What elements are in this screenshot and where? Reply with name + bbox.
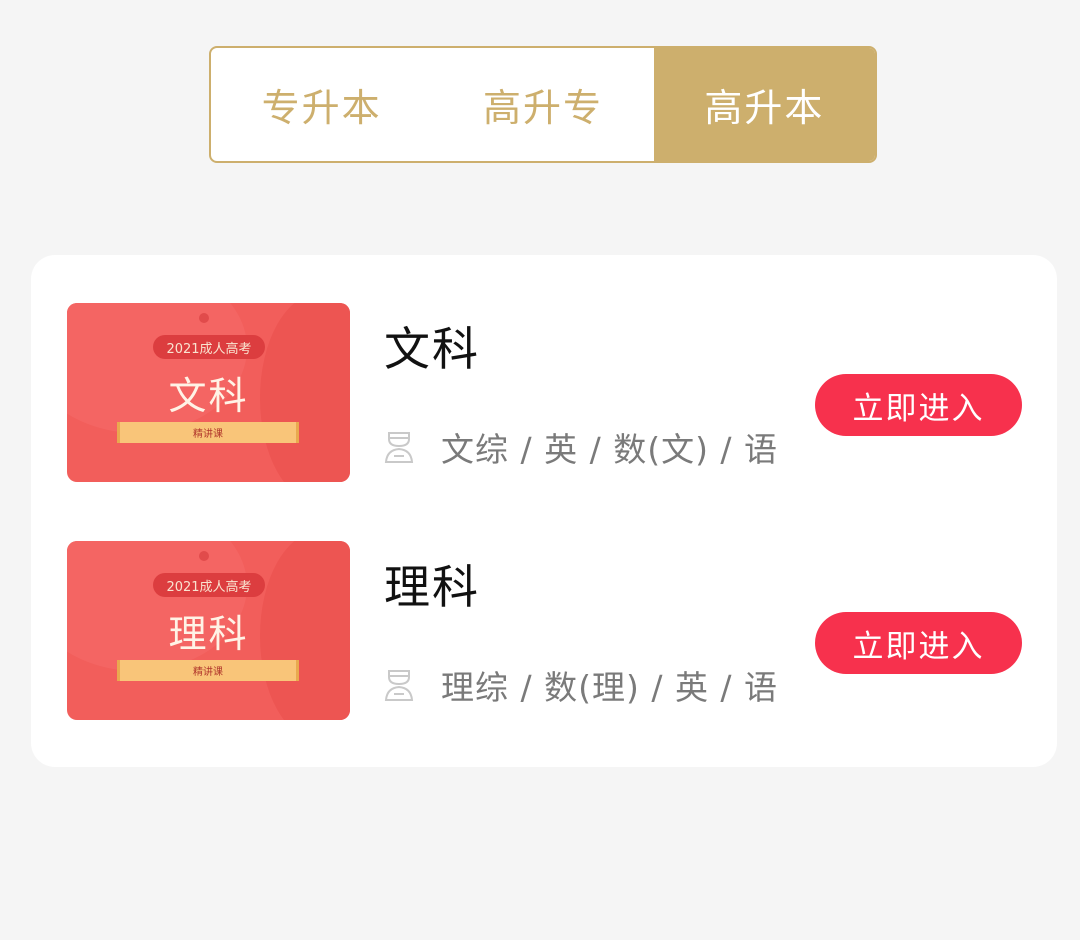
enter-button[interactable]: 立即进入 xyxy=(815,374,1022,436)
course-title: 理科 xyxy=(384,560,480,614)
course-list-card: 2021成人高考 文科 精讲课 文科 文综 / 英 / 数(文) / 语 立即进… xyxy=(31,255,1057,767)
tab-gaoshengzhuan[interactable]: 高升专 xyxy=(432,48,653,161)
enter-button[interactable]: 立即进入 xyxy=(815,612,1022,674)
thumbnail-banner: 精讲课 xyxy=(117,660,299,681)
thumbnail-banner: 精讲课 xyxy=(117,422,299,443)
thumbnail-badge: 2021成人高考 xyxy=(153,335,265,359)
course-item-like[interactable]: 2021成人高考 理科 精讲课 理科 理综 / 数(理) / 英 / 语 立即进… xyxy=(67,541,1027,721)
course-subjects-row: 文综 / 英 / 数(文) / 语 xyxy=(384,425,778,469)
tab-gaoshengben[interactable]: 高升本 xyxy=(653,48,875,161)
course-subjects: 理综 / 数(理) / 英 / 语 xyxy=(441,668,779,707)
course-subjects: 文综 / 英 / 数(文) / 语 xyxy=(441,430,779,469)
thumbnail-dot xyxy=(199,313,209,323)
thumbnail-title: 理科 xyxy=(168,612,249,656)
course-thumbnail[interactable]: 2021成人高考 理科 精讲课 xyxy=(67,541,350,720)
course-title: 文科 xyxy=(384,322,480,376)
category-tab-bar: 专升本 高升专 高升本 xyxy=(209,46,877,163)
course-thumbnail[interactable]: 2021成人高考 文科 精讲课 xyxy=(67,303,350,482)
course-subjects-row: 理综 / 数(理) / 英 / 语 xyxy=(384,663,778,707)
tab-zhuanshengben[interactable]: 专升本 xyxy=(211,48,432,161)
student-icon xyxy=(384,432,414,463)
thumbnail-title: 文科 xyxy=(168,374,249,418)
student-icon xyxy=(384,670,414,701)
course-item-wenke[interactable]: 2021成人高考 文科 精讲课 文科 文综 / 英 / 数(文) / 语 立即进… xyxy=(67,303,1027,483)
thumbnail-dot xyxy=(199,551,209,561)
thumbnail-badge: 2021成人高考 xyxy=(153,573,265,597)
